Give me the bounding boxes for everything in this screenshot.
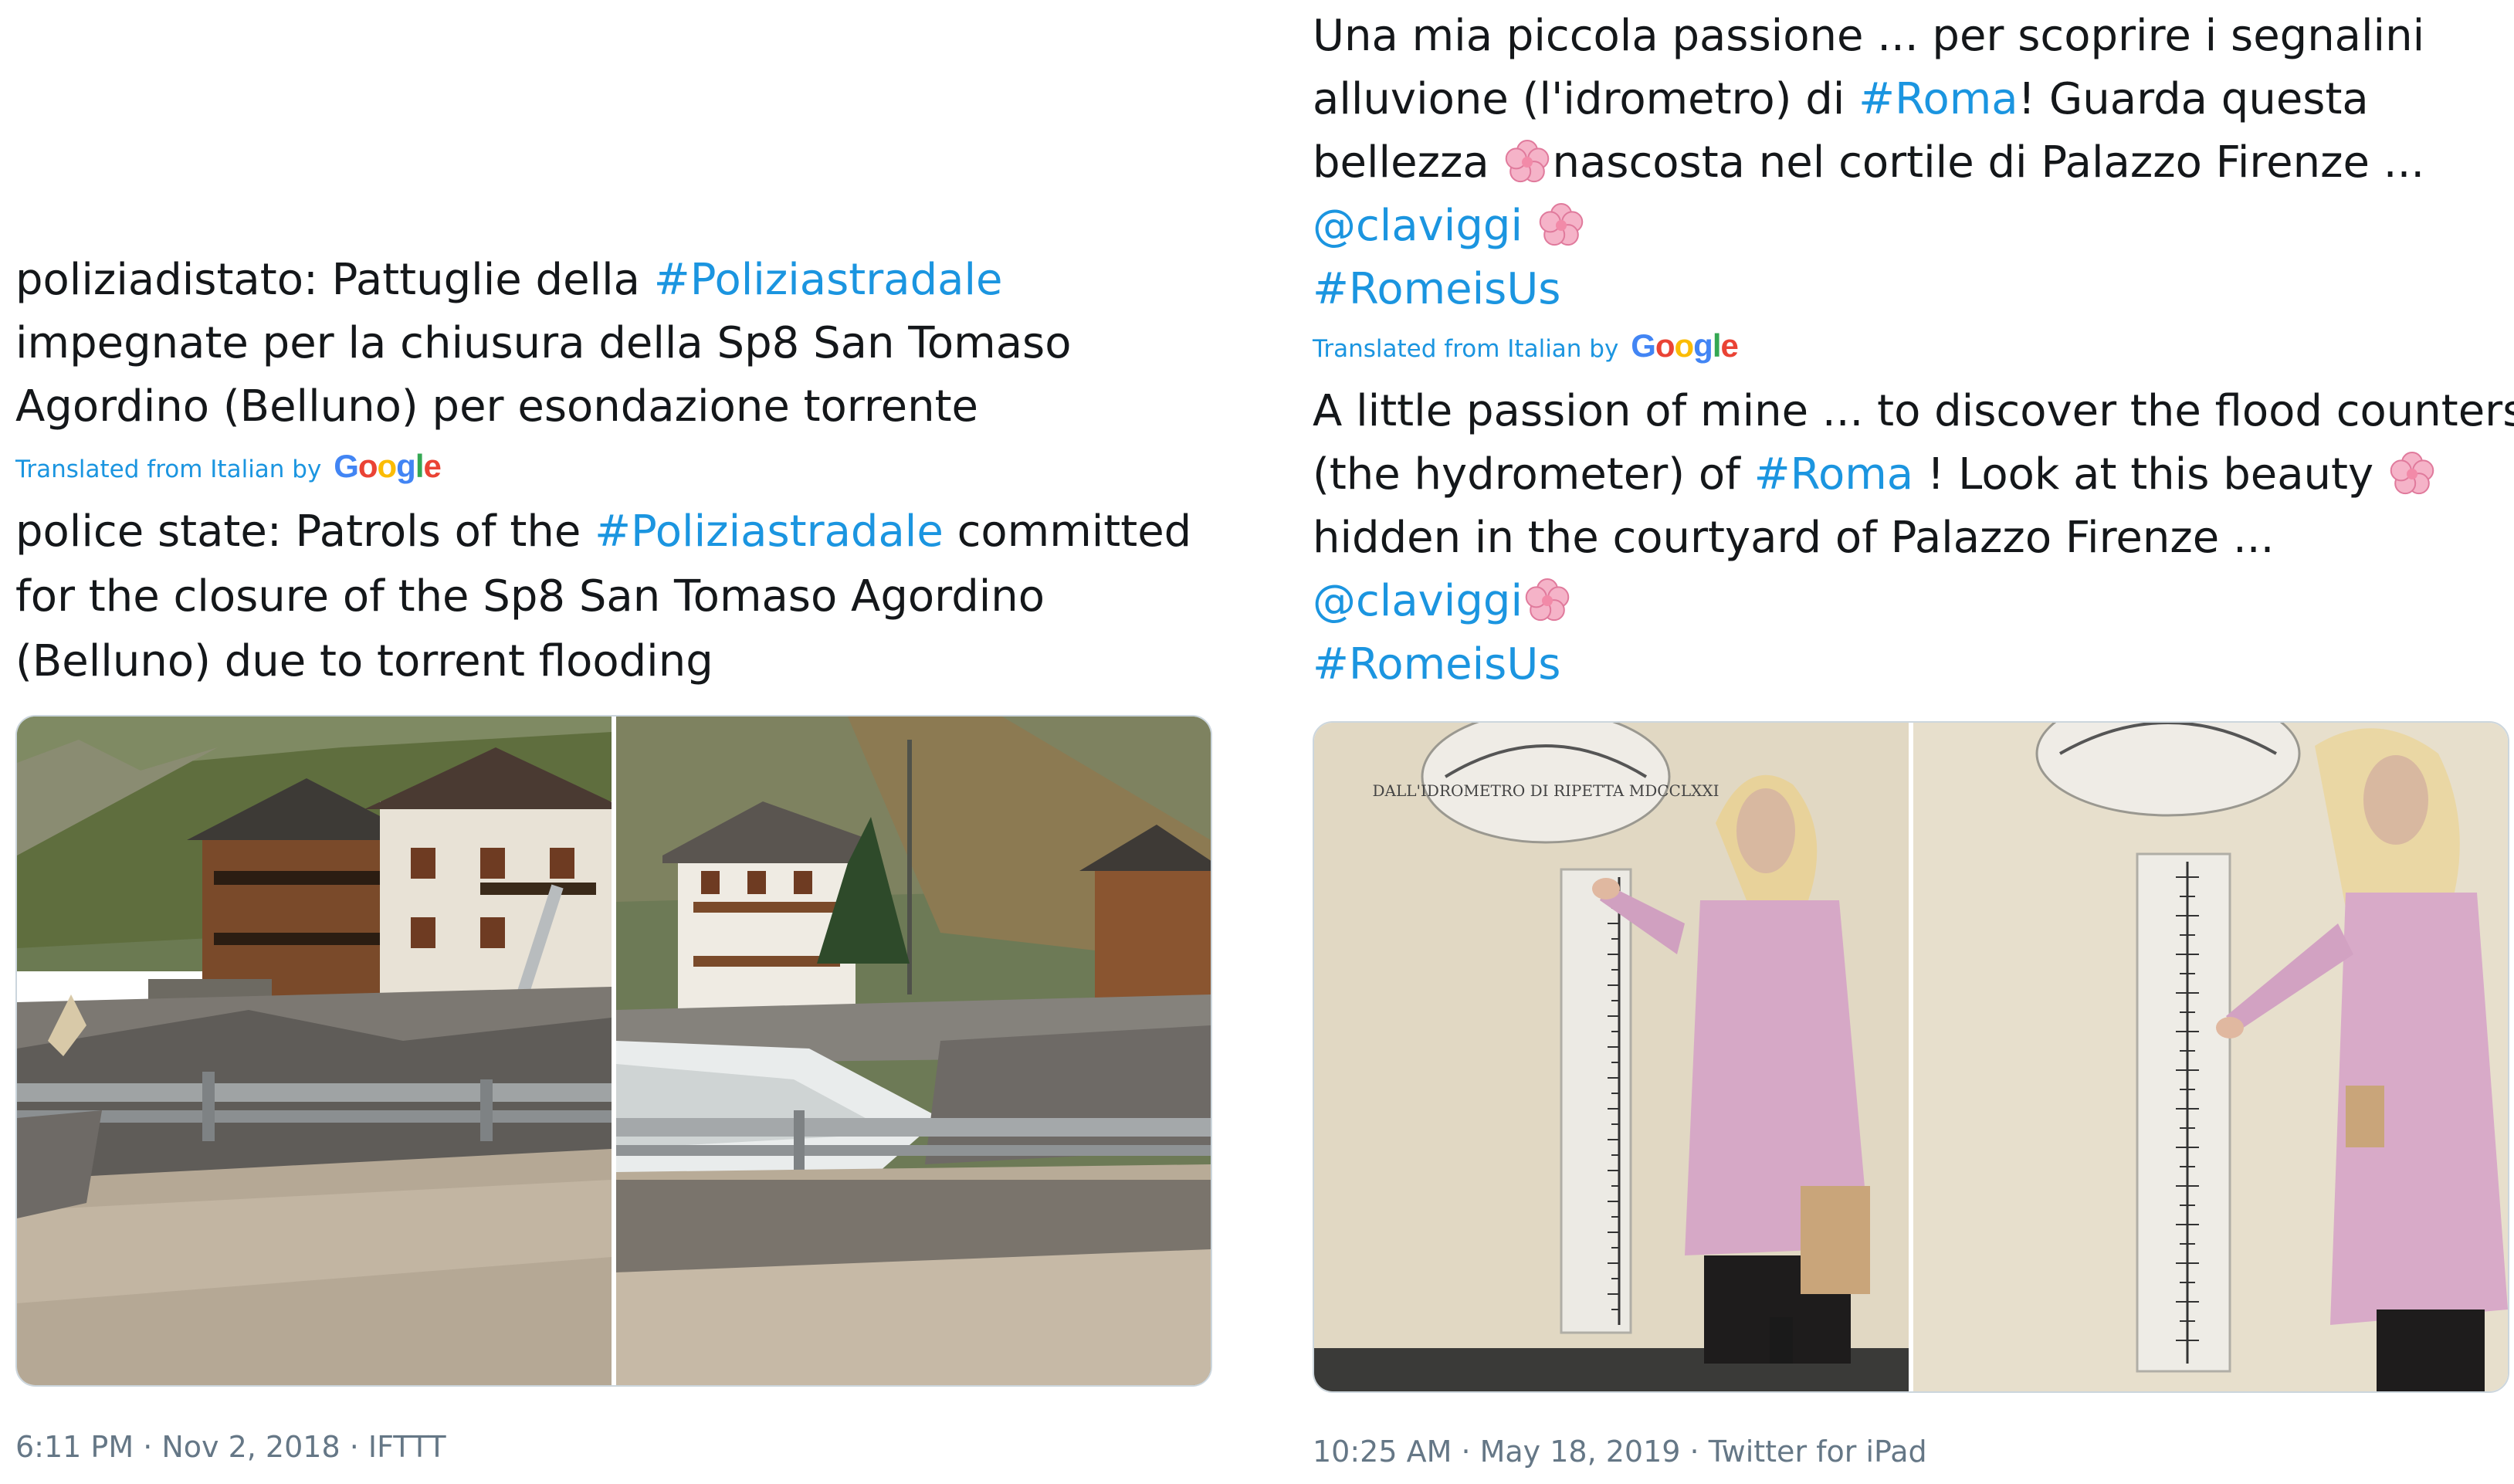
hashtag-link[interactable]: #RomeisUs [1313,264,1560,314]
tweet-text-line: poliziadistato: Pattuglie della #Polizia… [15,249,1002,312]
woman-at-hydrometer-photo-2[interactable] [1913,723,2508,1391]
tweet-text-span: alluvione (l'idrometro) di [1313,74,1859,124]
tweet-text-span: for the closure of the Sp8 San Tomaso Ag… [15,571,1045,622]
hashtag-link[interactable]: #Roma [1754,449,1913,500]
tweet-poliziadistato: poliziadistato: Pattuglie della #Polizia… [0,0,1235,1484]
tweet-text-span: ! Guarda questa [2018,74,2369,124]
cherry-blossom-emoji [1523,576,1572,626]
tweet-text-line: Agordino (Belluno) per esondazione torre… [15,375,978,439]
plaque-inscription: DALL'IDROMETRO DI RIPETTA MDCCLXXI [1372,781,1719,800]
woman-at-hydrometer-photo-1[interactable]: DALL'IDROMETRO DI RIPETTA MDCCLXXI [1314,723,1909,1391]
cherry-blossom-icon [1525,578,1570,622]
tweet-text-span: (the hydrometer) of [1313,449,1754,500]
tweet-text-line: #RomeisUs [1313,258,1560,321]
tweet-text-span: police state: Patrols of the [15,507,595,557]
tweet-text-span: ! Look at this beauty [1913,449,2387,500]
tweet-text-span: committed [943,507,1192,557]
translated-label-text: Translated from Italian by [15,456,322,483]
tweet-text-span: (Belluno) due to torrent flooding [15,636,713,686]
translated-from-label[interactable]: Translated from Italian by Google [15,448,442,485]
tweet-text-span: poliziadistato: Pattuglie della [15,255,654,305]
tweet-text-span: A little passion of mine ... to discover… [1313,386,2514,436]
cherry-blossom-emoji [1537,201,1586,251]
tweet-text-line: (the hydrometer) of #Roma ! Look at this… [1313,443,2437,507]
tweet-text-line: hidden in the courtyard of Palazzo Firen… [1313,507,2274,570]
tweet-media-grid[interactable] [15,715,1212,1387]
flooded-road-with-houses-photo[interactable] [17,717,612,1385]
cherry-blossom-emoji [2387,449,2437,500]
tweet-text-span: bellezza [1313,137,1503,188]
tweet-text-line: (Belluno) due to torrent flooding [15,630,713,693]
tweet-text-span: Una mia piccola passione ... per scoprir… [1313,11,2425,61]
mention-link[interactable]: @claviggi [1313,576,1523,626]
tweet-text-line: Una mia piccola passione ... per scoprir… [1313,5,2424,68]
google-logo: Google [334,448,442,484]
tweet-text-span: hidden in the courtyard of Palazzo Firen… [1313,513,2275,563]
cherry-blossom-emoji [1503,137,1552,188]
google-logo: Google [1631,327,1739,364]
tweet-text-line: impegnate per la chiusura della Sp8 San … [15,312,1072,375]
cherry-blossom-icon [2390,452,2434,495]
cherry-blossom-icon [1506,140,1550,183]
tweet-text-line: @claviggi [1313,570,1572,633]
river-torrent-with-houses-photo[interactable] [616,717,1211,1385]
tweet-timestamp[interactable]: 6:11 PM · Nov 2, 2018 · IFTTT [15,1428,446,1465]
tweet-text-line: police state: Patrols of the #Poliziastr… [15,500,1191,564]
hashtag-link[interactable]: #Poliziastradale [654,255,1003,305]
hashtag-link[interactable]: #Roma [1858,74,2018,124]
tweet-text-span: impegnate per la chiusura della Sp8 San … [15,318,1072,368]
tweet-text-line: bellezza nascosta nel cortile di Palazzo… [1313,131,2424,195]
mention-link[interactable]: @claviggi [1313,201,1523,251]
tweet-text-span: nascosta nel cortile di Palazzo Firenze … [1552,137,2425,188]
translated-from-label[interactable]: Translated from Italian by Google [1313,327,1739,364]
tweet-text-span: Agordino (Belluno) per esondazione torre… [15,381,978,432]
tweet-text-line: alluvione (l'idrometro) di #Roma! Guarda… [1313,68,2369,131]
tweet-text-line: @claviggi [1313,195,1586,258]
tweet-roma-hydrometer: Una mia piccola passione ... per scoprir… [1305,0,2514,1484]
tweet-timestamp[interactable]: 10:25 AM · May 18, 2019 · Twitter for iP… [1313,1433,1927,1470]
cherry-blossom-icon [1539,203,1584,246]
hashtag-link[interactable]: #RomeisUs [1313,639,1560,689]
tweet-text-span [1523,201,1537,251]
tweet-text-line: for the closure of the Sp8 San Tomaso Ag… [15,565,1045,628]
tweet-text-line: #RomeisUs [1313,633,1560,696]
tweet-text-line: A little passion of mine ... to discover… [1313,380,2514,443]
hashtag-link[interactable]: #Poliziastradale [595,507,944,557]
translated-label-text: Translated from Italian by [1313,335,1619,363]
tweet-media-grid[interactable]: DALL'IDROMETRO DI RIPETTA MDCCLXXI [1313,721,2509,1393]
